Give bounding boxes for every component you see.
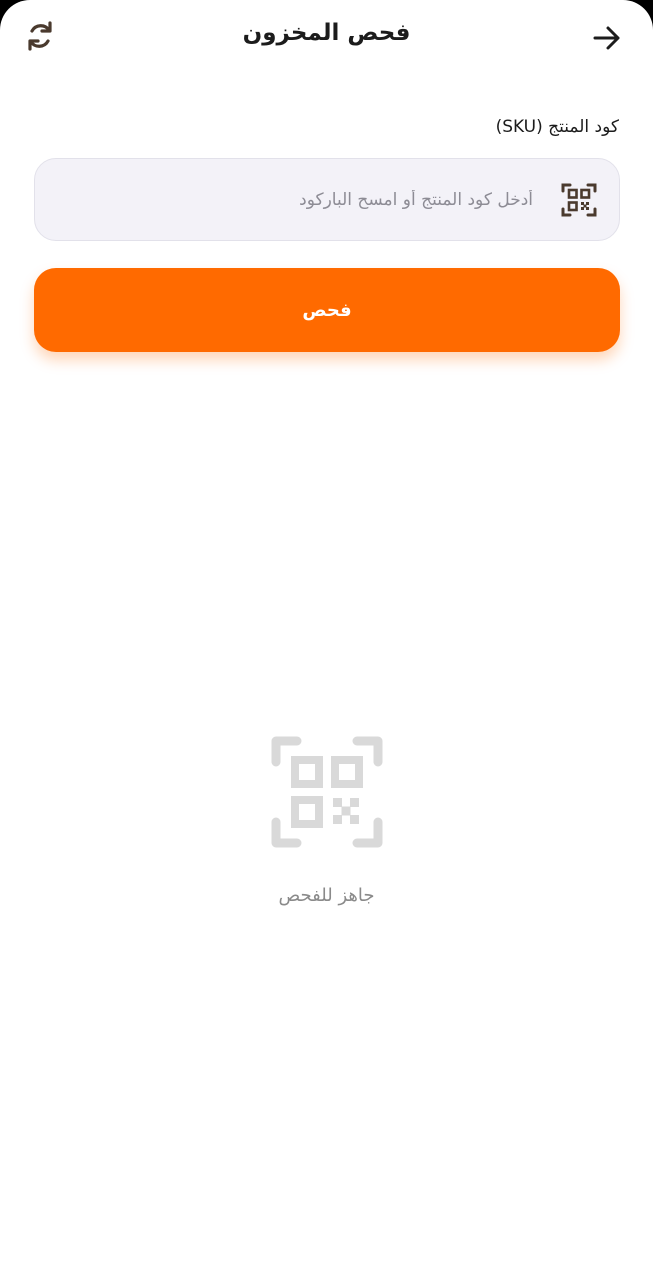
empty-state-message: جاهز للفحص [278, 885, 375, 906]
qr-code-icon [271, 736, 383, 848]
refresh-icon [28, 21, 52, 51]
refresh-button[interactable] [20, 16, 60, 56]
scan-barcode-button[interactable] [559, 180, 599, 220]
empty-state-qr [271, 736, 383, 848]
sku-label: كود المنتج (SKU) [495, 117, 619, 137]
app-header: فحص المخزون [0, 0, 653, 76]
check-button[interactable]: فحص [34, 268, 620, 352]
sku-field [34, 158, 620, 241]
page-title: فحص المخزون [242, 20, 411, 46]
qr-scan-icon [561, 183, 597, 217]
sku-input[interactable] [55, 159, 533, 240]
app-screen: فحص المخزون كود المنتج (SKU) أدخل كود ال… [0, 0, 653, 1280]
